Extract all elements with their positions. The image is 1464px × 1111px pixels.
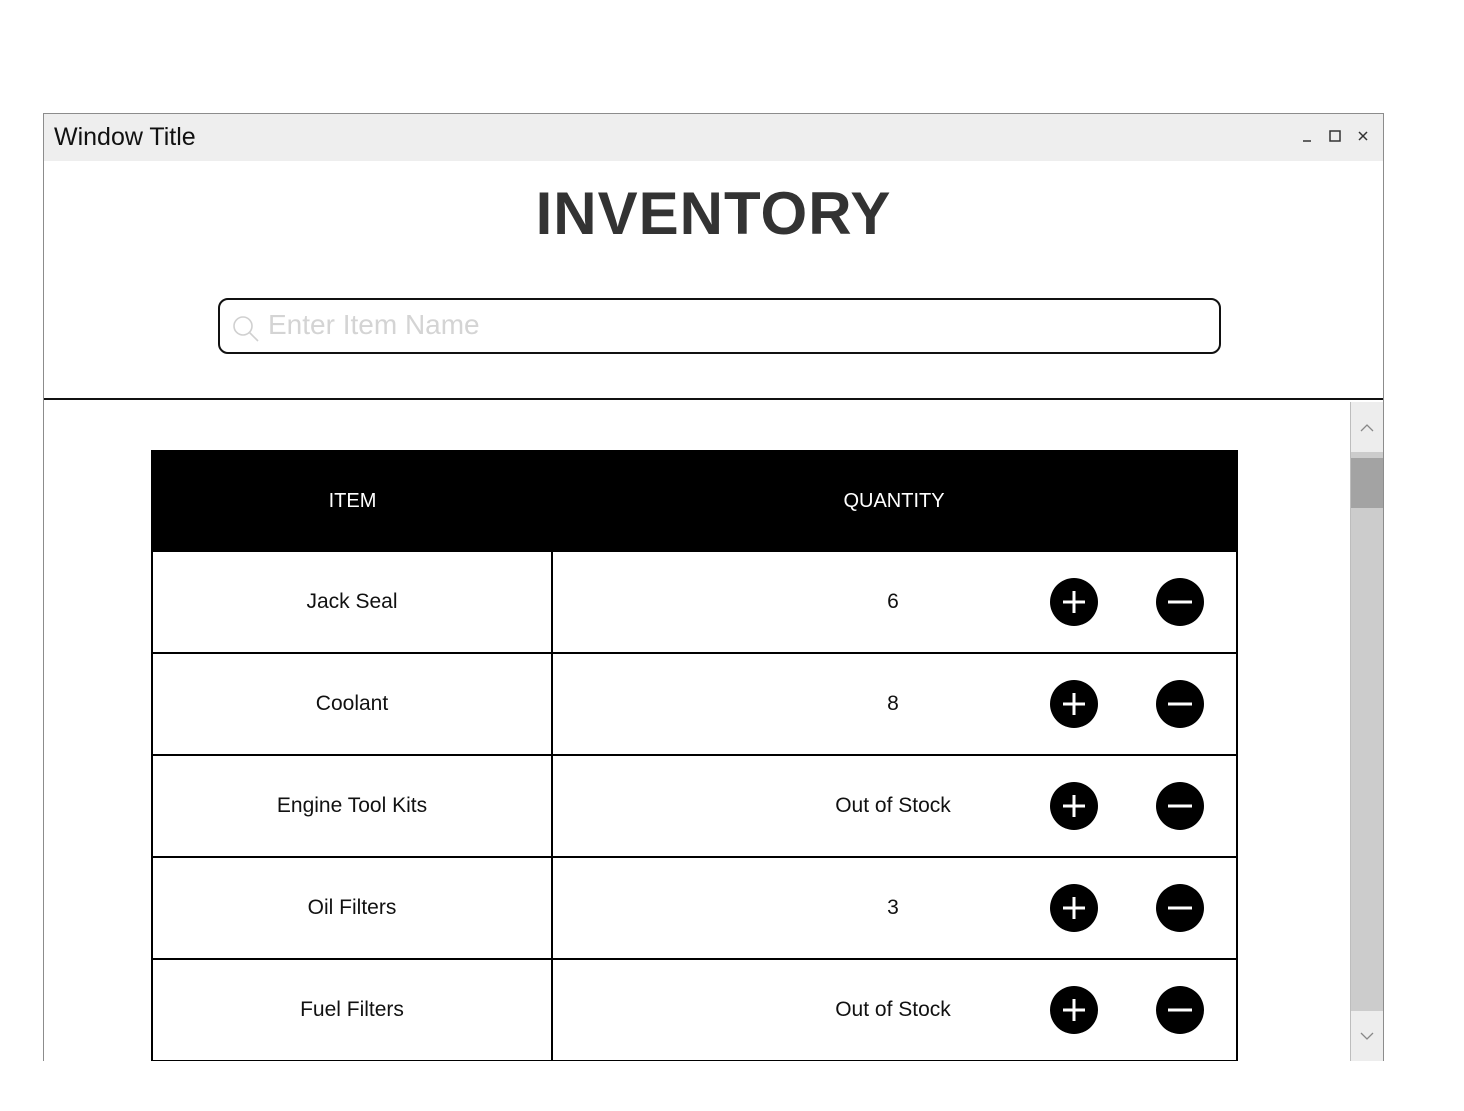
chevron-up-icon: [1360, 424, 1374, 432]
minimize-icon: [1303, 140, 1311, 142]
app-window: Window Title INVENTORY ITEM QUANTITY Jac…: [43, 113, 1384, 1061]
table-body: Jack Seal 6 Coolant 8 Engine Tool Kits O…: [153, 552, 1236, 1060]
scroll-down-button[interactable]: [1351, 1011, 1383, 1061]
maximize-icon: [1329, 130, 1341, 142]
plus-icon: [1063, 795, 1085, 817]
minus-icon: [1168, 906, 1192, 910]
search-icon: [233, 316, 259, 342]
table-row: Coolant 8: [153, 652, 1236, 754]
decrement-button[interactable]: [1156, 578, 1204, 626]
column-header-quantity: QUANTITY: [843, 490, 945, 512]
table-row: Engine Tool Kits Out of Stock: [153, 754, 1236, 856]
decrement-button[interactable]: [1156, 884, 1204, 932]
increment-button[interactable]: [1050, 782, 1098, 830]
table-row: Oil Filters 3: [153, 856, 1236, 958]
plus-icon: [1063, 897, 1085, 919]
quantity-value: 6: [887, 590, 899, 613]
quantity-cell: 6: [553, 552, 1236, 652]
plus-icon: [1063, 591, 1085, 613]
quantity-cell: 8: [553, 654, 1236, 754]
item-name-cell: Fuel Filters: [153, 960, 553, 1060]
header-divider: [44, 398, 1383, 400]
quantity-cell: Out of Stock: [553, 756, 1236, 856]
increment-button[interactable]: [1050, 578, 1098, 626]
plus-icon: [1063, 999, 1085, 1021]
minus-icon: [1168, 1008, 1192, 1012]
quantity-value: 8: [887, 692, 899, 715]
quantity-cell: 3: [553, 858, 1236, 958]
minus-icon: [1168, 804, 1192, 808]
item-name-cell: Coolant: [153, 654, 553, 754]
page-title: INVENTORY: [535, 180, 892, 247]
item-name-cell: Jack Seal: [153, 552, 553, 652]
decrement-button[interactable]: [1156, 782, 1204, 830]
increment-button[interactable]: [1050, 680, 1098, 728]
table-row: Fuel Filters Out of Stock: [153, 958, 1236, 1060]
table-header: ITEM QUANTITY: [153, 450, 1236, 552]
column-header-item: ITEM: [328, 490, 377, 512]
search-input[interactable]: [268, 304, 1198, 346]
increment-button[interactable]: [1050, 986, 1098, 1034]
search-box[interactable]: [218, 298, 1221, 354]
window-title: Window Title: [54, 123, 196, 151]
decrement-button[interactable]: [1156, 986, 1204, 1034]
quantity-cell: Out of Stock: [553, 960, 1236, 1060]
close-button[interactable]: [1353, 126, 1373, 146]
minus-icon: [1168, 702, 1192, 706]
quantity-value: 3: [887, 896, 899, 919]
close-icon: [1358, 131, 1368, 141]
increment-button[interactable]: [1050, 884, 1098, 932]
item-name-cell: Engine Tool Kits: [153, 756, 553, 856]
chevron-down-icon: [1360, 1032, 1374, 1040]
decrement-button[interactable]: [1156, 680, 1204, 728]
vertical-scrollbar[interactable]: [1350, 402, 1383, 1061]
title-bar[interactable]: Window Title: [44, 114, 1383, 161]
minimize-button[interactable]: [1297, 126, 1317, 146]
scroll-thumb[interactable]: [1351, 458, 1383, 508]
item-name-cell: Oil Filters: [153, 858, 553, 958]
table-row: Jack Seal 6: [153, 552, 1236, 652]
quantity-value: Out of Stock: [835, 794, 951, 817]
quantity-value: Out of Stock: [835, 998, 951, 1021]
minus-icon: [1168, 600, 1192, 604]
plus-icon: [1063, 693, 1085, 715]
inventory-table: ITEM QUANTITY Jack Seal 6 Coolant 8 Engi…: [151, 450, 1238, 1061]
maximize-button[interactable]: [1325, 126, 1345, 146]
scroll-up-button[interactable]: [1351, 402, 1383, 452]
